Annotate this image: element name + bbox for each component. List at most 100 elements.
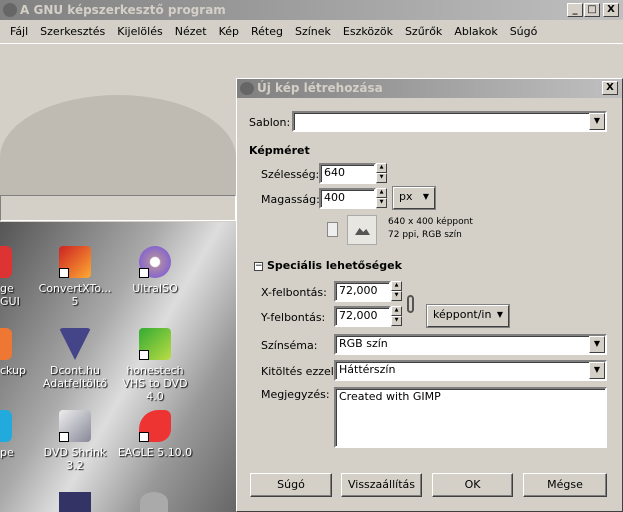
- xres-spinner[interactable]: ▲ ▼: [391, 281, 402, 301]
- close-button[interactable]: X: [603, 3, 619, 17]
- icon-label: EAGLE 5.10.0: [117, 446, 193, 459]
- xres-input[interactable]: 72,000: [334, 281, 391, 302]
- chevron-down-icon: ▼: [496, 310, 503, 319]
- image-info-res: 72 ppi, RGB szín: [388, 230, 462, 240]
- fill-combo[interactable]: Háttérszín ▼: [334, 360, 607, 381]
- new-image-dialog: Új kép létrehozása X Sablon: ▼ Képméret …: [236, 78, 623, 512]
- landscape-icon[interactable]: [347, 215, 377, 245]
- yres-input[interactable]: 72,000: [334, 306, 391, 327]
- main-window-titlebar: A GNU képszerkesztő program: [0, 0, 623, 20]
- dialog-title: Új kép létrehozása: [257, 81, 383, 95]
- app-icon: [0, 246, 12, 278]
- dcont-icon: [59, 328, 91, 360]
- icon-label: ConvertXTo... 5: [38, 282, 112, 308]
- ok-button[interactable]: OK: [432, 473, 513, 497]
- size-header: Képméret: [249, 144, 310, 157]
- menu-colors[interactable]: Színek: [289, 25, 337, 38]
- xres-label: X-felbontás:: [261, 286, 327, 299]
- dialog-close-button[interactable]: X: [602, 81, 618, 95]
- height-input[interactable]: 400: [319, 188, 376, 209]
- height-label: Magasság:: [261, 193, 320, 206]
- reset-button[interactable]: Visszaállítás: [341, 473, 422, 497]
- desktop-icon[interactable]: UltraISO: [115, 246, 195, 295]
- desktop-icon[interactable]: ge GUI: [0, 246, 36, 308]
- comment-label: Megjegyzés:: [261, 388, 330, 401]
- desktop-icon[interactable]: ckup: [0, 328, 36, 377]
- image-info-size: 640 x 400 képpont: [388, 217, 473, 227]
- backup-icon: [0, 328, 12, 360]
- menu-help[interactable]: Súgó: [504, 25, 544, 38]
- menu-filters[interactable]: Szűrők: [399, 25, 448, 38]
- height-spinner[interactable]: ▲ ▼: [376, 188, 387, 208]
- chevron-down-icon[interactable]: ▼: [589, 113, 605, 130]
- advanced-header[interactable]: Speciális lehetőségek: [267, 259, 402, 272]
- icon-label: honestech VHS to DVD 4.0: [122, 364, 188, 403]
- shortcut-arrow-icon: [139, 268, 149, 278]
- icon-label: pe: [0, 446, 14, 459]
- app-icon: [59, 492, 91, 512]
- unit-value: px: [399, 190, 413, 203]
- colorspace-label: Színséma:: [261, 339, 318, 352]
- menu-file[interactable]: Fájl: [4, 25, 34, 38]
- cancel-button[interactable]: Mégse: [523, 473, 607, 497]
- convertx-icon: [59, 246, 91, 278]
- maximize-button[interactable]: □: [584, 3, 600, 17]
- fill-label: Kitöltés ezzel:: [261, 365, 338, 378]
- menu-windows[interactable]: Ablakok: [448, 25, 503, 38]
- yres-spinner[interactable]: ▲ ▼: [391, 306, 402, 326]
- width-spinner[interactable]: ▲ ▼: [376, 163, 387, 183]
- speaker-icon: [140, 492, 168, 512]
- skype-icon: [0, 410, 12, 442]
- width-input[interactable]: 640: [319, 163, 376, 184]
- gimp-logo-icon: [3, 3, 17, 17]
- help-button[interactable]: Súgó: [250, 473, 332, 497]
- desktop-icon[interactable]: honestech VHS to DVD 4.0: [115, 328, 195, 403]
- template-label: Sablon:: [249, 116, 291, 129]
- desktop-icon[interactable]: EAGLE 5.10.0: [115, 410, 195, 459]
- desktop-icon[interactable]: pe: [0, 410, 36, 459]
- chain-link-icon[interactable]: [407, 295, 414, 313]
- colorspace-value: RGB szín: [339, 337, 388, 350]
- desktop-icon[interactable]: ConvertXTo... 5: [35, 246, 115, 308]
- vhs-icon: [139, 328, 171, 360]
- collapse-toggle-icon[interactable]: −: [254, 262, 263, 271]
- colorspace-combo[interactable]: RGB szín ▼: [334, 334, 607, 355]
- shortcut-arrow-icon: [139, 350, 149, 360]
- shortcut-arrow-icon: [139, 432, 149, 442]
- res-unit-value: képpont/in: [433, 308, 492, 321]
- unit-combo[interactable]: px ▼: [393, 187, 435, 209]
- minimize-button[interactable]: _: [567, 3, 583, 17]
- gimp-workspace: [0, 45, 236, 220]
- icon-label: ge GUI: [0, 282, 20, 308]
- menu-edit[interactable]: Szerkesztés: [34, 25, 111, 38]
- status-panel: [0, 195, 236, 221]
- main-window-title: A GNU képszerkesztő program: [20, 3, 226, 17]
- portrait-icon[interactable]: [327, 222, 338, 237]
- fill-value: Háttérszín: [339, 363, 396, 376]
- icon-label: ckup: [0, 364, 27, 377]
- disc-icon: [139, 246, 171, 278]
- menu-layer[interactable]: Réteg: [245, 25, 289, 38]
- icon-label: DVD Shrink 3.2: [43, 446, 107, 472]
- menu-view[interactable]: Nézet: [169, 25, 213, 38]
- template-combo[interactable]: ▼: [292, 111, 607, 132]
- menu-bar: Fájl Szerkesztés Kijelölés Nézet Kép Rét…: [0, 20, 623, 44]
- chevron-down-icon: ▼: [422, 192, 429, 201]
- icon-label: UltraISO: [132, 282, 178, 295]
- shortcut-arrow-icon: [59, 432, 69, 442]
- width-label: Szélesség:: [261, 168, 320, 181]
- shortcut-arrow-icon: [59, 268, 69, 278]
- comment-textarea[interactable]: Created with GIMP: [334, 387, 607, 448]
- menu-select[interactable]: Kijelölés: [111, 25, 168, 38]
- desktop-icon[interactable]: Dcont.hu Adatfeltöltő: [35, 328, 115, 390]
- gimp-logo-icon: [240, 82, 254, 95]
- yres-label: Y-felbontás:: [261, 311, 326, 324]
- dialog-titlebar: Új kép létrehozása: [237, 79, 622, 98]
- menu-image[interactable]: Kép: [213, 25, 245, 38]
- res-unit-combo[interactable]: képpont/in ▼: [427, 305, 509, 327]
- desktop-icon[interactable]: DVD Shrink 3.2: [35, 410, 115, 472]
- dvdshrink-icon: [59, 410, 91, 442]
- chevron-down-icon: ▼: [589, 362, 605, 379]
- menu-tools[interactable]: Eszközök: [337, 25, 399, 38]
- eagle-icon: [139, 410, 171, 442]
